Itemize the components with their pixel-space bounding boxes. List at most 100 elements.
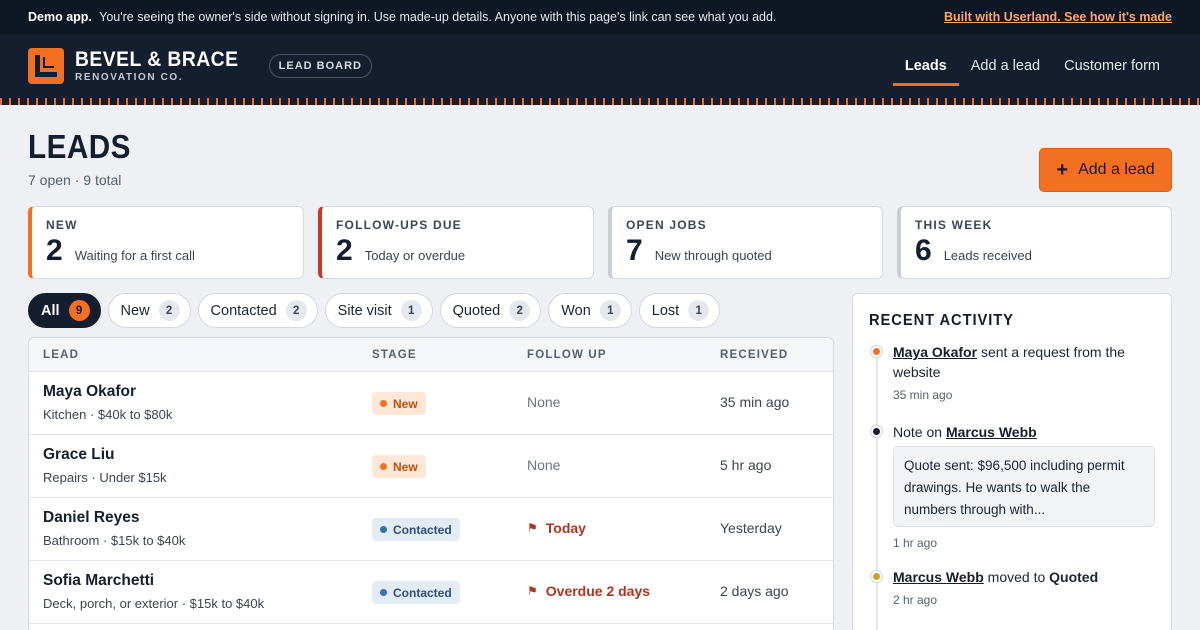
lead-board-badge: LEAD BOARD [268,54,372,78]
plus-icon: + [1056,159,1069,181]
filter-label: All [41,302,60,319]
stage-label: New [393,459,418,474]
stat-label: OPEN JOBS [626,218,707,232]
received-time: 2 days ago [720,583,789,599]
activity-text: moved to [987,569,1046,585]
add-lead-label: Add a lead [1078,161,1155,178]
stat-value: 6 [915,234,932,267]
filter-won[interactable]: Won 1 [548,293,632,328]
app-header: BEVEL & BRACE RENOVATION CO. LEAD BOARD … [0,34,1200,98]
activity-item: Maya Okafor sent a request from the webs… [893,342,1157,405]
follow-up-label: Today [545,520,586,536]
table-row[interactable]: Grace Liu Repairs · Under $15k New None … [29,435,833,498]
stage-dot-icon [380,400,387,407]
column-header-received[interactable]: RECEIVED [720,349,788,361]
lead-name[interactable]: Daniel Reyes [43,509,140,527]
demo-banner-text: Demo app. You're seeing the owner's side… [28,10,776,24]
filter-label: Contacted [210,302,277,319]
activity-dot-icon [871,571,882,582]
activity-lead-link[interactable]: Maya Okafor [893,344,977,360]
stage-badge: Contacted [372,518,460,541]
stat-label: THIS WEEK [915,218,993,232]
demo-banner: Demo app. You're seeing the owner's side… [0,0,1200,34]
filter-all[interactable]: All 9 [28,293,101,328]
activity-stage: Quoted [1049,569,1099,585]
timeline-line [876,351,878,630]
table-row[interactable]: Daniel Reyes Bathroom · $15k to $40k Con… [29,498,833,561]
leads-table: LEAD STAGE FOLLOW UP RECEIVED Maya Okafo… [28,337,834,630]
add-lead-button[interactable]: + Add a lead [1039,148,1172,192]
activity-note: Quote sent: $96,500 including permit dra… [893,446,1155,527]
activity-prefix: Note on [893,424,943,440]
lead-name[interactable]: Sofia Marchetti [43,572,154,590]
nav-add-lead[interactable]: Add a lead [959,34,1052,98]
activity-lead-link[interactable]: Marcus Webb [893,569,984,585]
table-row[interactable]: Maya Okafor Kitchen · $40k to $80k New N… [29,372,833,435]
stat-card-open-jobs: OPEN JOBS 7 New through quoted [608,206,883,279]
received-time: 35 min ago [720,394,790,410]
stage-badge: New [372,455,426,478]
stage-dot-icon [380,526,387,533]
ruler-divider [0,98,1200,105]
column-header-stage[interactable]: STAGE [372,349,417,361]
brand-subtitle: RENOVATION CO. [75,72,184,83]
main-nav: Leads Add a lead Customer form [892,34,1172,98]
filter-label: Lost [651,302,680,319]
page-title: LEADS [28,128,131,165]
activity-lead-link[interactable]: Marcus Webb [946,424,1037,440]
stage-label: Contacted [393,585,452,600]
recent-activity-panel: RECENT ACTIVITY Maya Okafor sent a reque… [852,293,1172,630]
lead-name[interactable]: Maya Okafor [43,383,136,401]
filter-label: Site visit [337,302,392,319]
activity-dot-icon [871,346,882,357]
filter-lost[interactable]: Lost 1 [638,293,721,328]
stage-dot-icon [380,589,387,596]
lead-meta: Repairs · Under $15k [43,470,167,485]
table-row[interactable]: Sofia Marchetti Deck, porch, or exterior… [29,561,833,624]
filter-label: Won [561,302,591,319]
stat-value: 7 [626,234,643,267]
activity-title: RECENT ACTIVITY [869,312,1014,329]
flag-icon: ⚑ [527,584,538,598]
page-subtitle: 7 open · 9 total [28,172,122,188]
brand-logo-icon[interactable] [28,48,64,84]
brand-name: BEVEL & BRACE [75,48,239,71]
follow-up: None [527,394,561,410]
filter-new[interactable]: New 2 [107,293,191,328]
activity-item: Note on Marcus Webb [893,422,1157,442]
stage-badge: Contacted [372,581,460,604]
lead-meta: Bathroom · $15k to $40k [43,533,186,548]
column-header-follow-up[interactable]: FOLLOW UP [527,349,607,361]
demo-banner-message: You're seeing the owner's side without s… [99,10,777,24]
filter-quoted[interactable]: Quoted 2 [439,293,542,328]
stat-card-this-week: THIS WEEK 6 Leads received [897,206,1172,279]
stat-description: New through quoted [654,248,772,263]
brand: BEVEL & BRACE RENOVATION CO. [75,48,253,84]
filter-count: 2 [158,300,180,321]
column-header-lead[interactable]: LEAD [43,349,79,361]
received-time: 5 hr ago [720,457,772,473]
filter-count: 2 [285,300,307,321]
stat-value: 2 [336,234,353,267]
follow-up: ⚑ Today [527,520,586,536]
stat-description: Today or overdue [364,248,466,263]
lead-meta: Kitchen · $40k to $80k [43,407,173,422]
filter-site-visit[interactable]: Site visit 1 [324,293,433,328]
follow-up: ⚑ Overdue 2 days [527,583,650,599]
flag-icon: ⚑ [527,521,538,535]
built-with-link[interactable]: Built with Userland. See how it's made [944,10,1172,24]
filter-count: 2 [509,300,531,321]
stage-label: New [393,396,418,411]
stat-description: Waiting for a first call [74,248,195,263]
filter-label: New [120,302,150,319]
stat-label: FOLLOW-UPS DUE [336,218,462,232]
stat-description: Leads received [943,248,1032,263]
nav-customer-form[interactable]: Customer form [1052,34,1172,98]
stat-value: 2 [46,234,63,267]
filter-contacted[interactable]: Contacted 2 [197,293,318,328]
stat-card-follow-ups: FOLLOW-UPS DUE 2 Today or overdue [318,206,594,279]
nav-leads[interactable]: Leads [892,34,959,98]
filter-count: 1 [688,300,710,321]
lead-name[interactable]: Grace Liu [43,446,115,464]
stat-label: NEW [46,218,78,232]
